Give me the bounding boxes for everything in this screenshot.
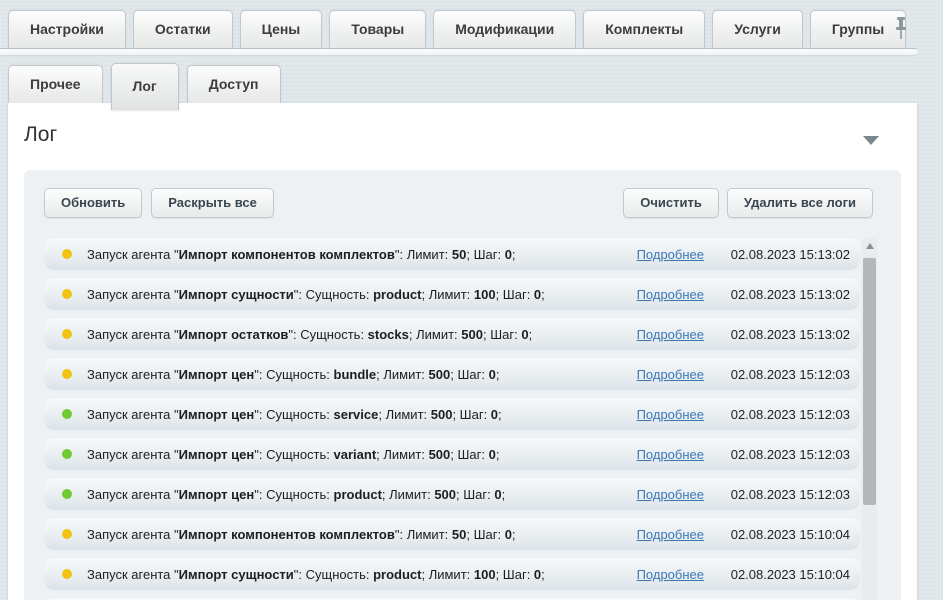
log-row: Запуск агента "Импорт сущности": Сущност… [44, 558, 860, 590]
refresh-button[interactable]: Обновить [44, 188, 142, 218]
log-row: Запуск агента "Импорт сущности": Сущност… [44, 278, 860, 310]
status-dot-icon [62, 289, 72, 299]
log-message: Запуск агента "Импорт сущности": Сущност… [87, 567, 637, 582]
details-link[interactable]: Подробнее [637, 407, 704, 422]
pin-icon[interactable] [893, 16, 909, 42]
scroll-up-arrow-icon[interactable] [862, 238, 877, 254]
toolbar-right: Очистить Удалить все логи [623, 188, 873, 218]
details-link[interactable]: Подробнее [637, 567, 704, 582]
log-timestamp: 02.08.2023 15:12:03 [714, 447, 850, 462]
details-link[interactable]: Подробнее [637, 247, 704, 262]
status-dot-icon [62, 449, 72, 459]
status-dot-icon [62, 489, 72, 499]
main-tab-settings[interactable]: Настройки [8, 10, 126, 48]
log-panel: Обновить Раскрыть все Очистить Удалить в… [24, 170, 901, 600]
details-link[interactable]: Подробнее [637, 447, 704, 462]
page-title: Лог [24, 123, 57, 146]
details-link[interactable]: Подробнее [637, 287, 704, 302]
sub-tab-access[interactable]: Доступ [187, 65, 281, 103]
log-row: Запуск агента "Импорт компонентов компле… [44, 238, 860, 270]
main-tab-groups[interactable]: Группы [810, 10, 906, 48]
main-tab-services[interactable]: Услуги [712, 10, 803, 48]
delete-all-logs-button[interactable]: Удалить все логи [727, 188, 873, 218]
log-timestamp: 02.08.2023 15:12:03 [714, 407, 850, 422]
main-tab-bar: НастройкиОстаткиЦеныТоварыМодификацииКом… [8, 10, 906, 48]
details-link[interactable]: Подробнее [637, 527, 704, 542]
scrollbar-thumb[interactable] [863, 258, 876, 505]
clear-button[interactable]: Очистить [623, 188, 719, 218]
log-section-header[interactable]: Лог [24, 123, 901, 155]
log-row: Запуск агента "Импорт компонентов компле… [44, 518, 860, 550]
details-link[interactable]: Подробнее [637, 487, 704, 502]
log-message: Запуск агента "Импорт цен": Сущность: se… [87, 407, 637, 422]
scrollbar-track[interactable] [862, 238, 877, 600]
log-message: Запуск агента "Импорт остатков": Сущност… [87, 327, 637, 342]
main-tab-prices[interactable]: Цены [240, 10, 323, 48]
log-message: Запуск агента "Импорт цен": Сущность: va… [87, 447, 637, 462]
log-message: Запуск агента "Импорт цен": Сущность: pr… [87, 487, 637, 502]
status-dot-icon [62, 409, 72, 419]
log-row: Запуск агента "Импорт цен": Сущность: va… [44, 438, 860, 470]
status-dot-icon [62, 529, 72, 539]
log-message: Запуск агента "Импорт компонентов компле… [87, 247, 637, 262]
sub-tab-bar: ПрочееЛогДоступ [8, 65, 281, 112]
main-tab-bundles[interactable]: Комплекты [583, 10, 705, 48]
log-row: Запуск агента "Импорт цен": Сущность: bu… [44, 358, 860, 390]
sub-tab-log[interactable]: Лог [111, 63, 179, 110]
log-list: Запуск агента "Импорт компонентов компле… [44, 238, 860, 600]
log-timestamp: 02.08.2023 15:10:04 [714, 527, 850, 542]
main-tab-stocks[interactable]: Остатки [133, 10, 233, 48]
status-dot-icon [62, 569, 72, 579]
status-dot-icon [62, 329, 72, 339]
status-dot-icon [62, 369, 72, 379]
log-timestamp: 02.08.2023 15:13:02 [714, 287, 850, 302]
log-message: Запуск агента "Импорт цен": Сущность: bu… [87, 367, 637, 382]
sub-tab-other[interactable]: Прочее [8, 65, 103, 103]
log-timestamp: 02.08.2023 15:12:03 [714, 487, 850, 502]
log-timestamp: 02.08.2023 15:13:02 [714, 247, 850, 262]
log-timestamp: 02.08.2023 15:13:02 [714, 327, 850, 342]
status-dot-icon [62, 249, 72, 259]
details-link[interactable]: Подробнее [637, 367, 704, 382]
main-tab-modifications[interactable]: Модификации [433, 10, 576, 48]
expand-all-button[interactable]: Раскрыть все [151, 188, 274, 218]
log-message: Запуск агента "Импорт сущности": Сущност… [87, 287, 637, 302]
content-panel: Лог Обновить Раскрыть все Очистить Удали… [8, 103, 917, 600]
log-row: Запуск агента "Импорт цен": Сущность: se… [44, 398, 860, 430]
log-timestamp: 02.08.2023 15:12:03 [714, 367, 850, 382]
log-row: Запуск агента "Импорт цен": Сущность: pr… [44, 478, 860, 510]
details-link[interactable]: Подробнее [637, 327, 704, 342]
log-row: Запуск агента "Импорт остатков": Сущност… [44, 318, 860, 350]
log-timestamp: 02.08.2023 15:10:04 [714, 567, 850, 582]
toolbar-left: Обновить Раскрыть все [44, 188, 274, 218]
collapse-arrow-icon[interactable] [863, 136, 879, 145]
log-message: Запуск агента "Импорт компонентов компле… [87, 527, 637, 542]
main-tab-products[interactable]: Товары [329, 10, 426, 48]
tab-shelf-divider [0, 48, 918, 55]
